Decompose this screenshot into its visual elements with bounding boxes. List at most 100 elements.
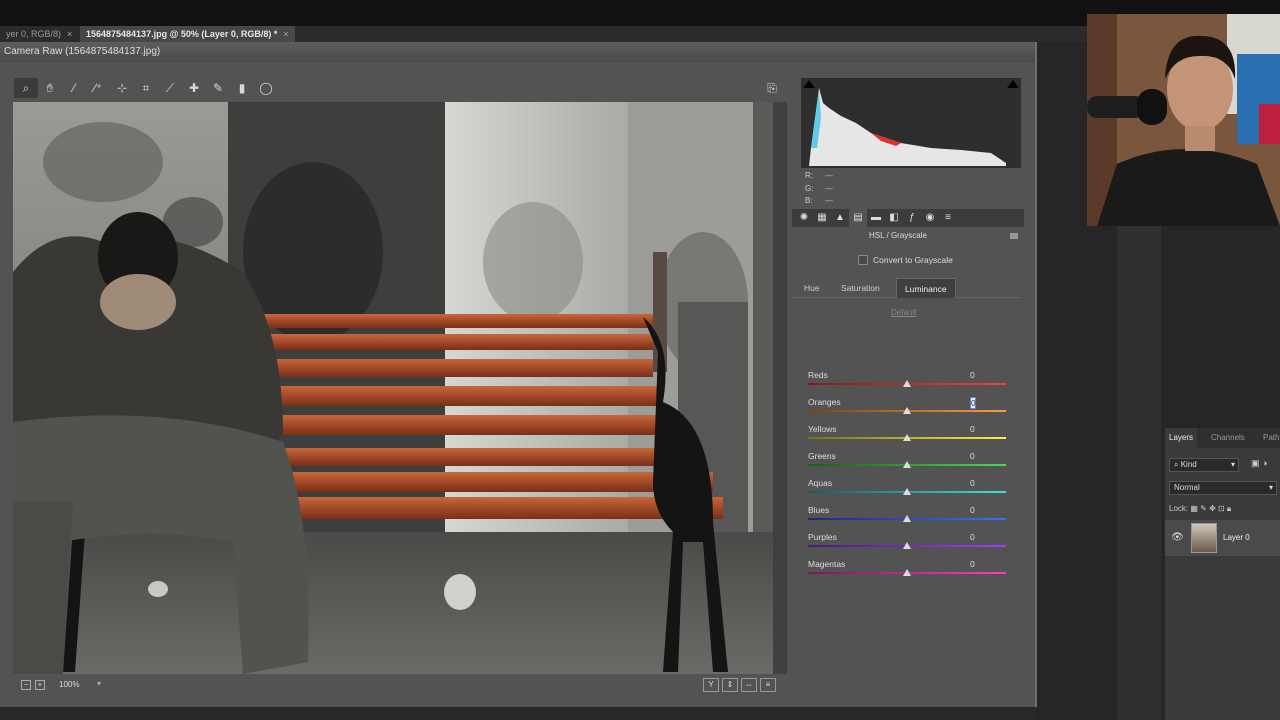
layer-thumbnail <box>1191 523 1217 553</box>
slider-thumb[interactable] <box>903 542 911 549</box>
red-value: --- <box>825 171 833 180</box>
slider-value-input[interactable]: 0 <box>970 397 976 409</box>
slider-magentas[interactable]: Magentas 0 <box>808 559 1008 586</box>
slider-label: Yellows <box>808 424 837 434</box>
slider-reds[interactable]: Reds 0 <box>808 370 1008 397</box>
document-tab-label: yer 0, RGB/8) <box>6 29 62 39</box>
slider-label: Blues <box>808 505 830 515</box>
hsl-grayscale-panel-icon[interactable]: ▤ <box>849 209 867 227</box>
lock-row: Lock: ▦ ✎ ✥ ⊡ 🔒︎ <box>1169 504 1231 514</box>
convert-grayscale-checkbox[interactable] <box>858 255 868 265</box>
slider-yellows[interactable]: Yellows 0 <box>808 424 1008 451</box>
chevron-down-icon[interactable]: ▾ <box>97 679 101 688</box>
color-sampler-tool-icon[interactable]: ⁄⁺ <box>86 78 110 98</box>
zoom-in-button[interactable]: + <box>35 680 45 690</box>
white-balance-tool-icon[interactable]: ⁄ <box>62 78 86 98</box>
targeted-adjustment-tool-icon[interactable]: ⊹ <box>110 78 134 98</box>
layer-filter-select[interactable]: ⌕ Kind ▾ <box>1169 458 1239 472</box>
graduated-filter-icon[interactable]: ▮ <box>230 78 254 98</box>
image-preview[interactable] <box>13 102 773 674</box>
slider-value-input[interactable]: 0 <box>970 532 975 542</box>
section-title: HSL / Grayscale <box>869 231 927 240</box>
open-preferences-icon[interactable]: ⎘ <box>762 79 782 97</box>
zoom-out-button[interactable]: − <box>21 680 31 690</box>
layers-panel-tabs: Layers Channels Path <box>1165 428 1280 448</box>
slider-value-input[interactable]: 0 <box>970 370 975 380</box>
close-icon[interactable]: × <box>67 29 72 39</box>
convert-grayscale-row[interactable]: Convert to Grayscale <box>858 255 953 265</box>
slider-label: Purples <box>808 532 837 542</box>
slider-thumb[interactable] <box>903 569 911 576</box>
layer-row[interactable]: 👁︎ Layer 0 <box>1165 520 1280 556</box>
slider-label: Greens <box>808 451 836 461</box>
split-toning-panel-icon[interactable]: ▬ <box>867 209 885 227</box>
convert-grayscale-label: Convert to Grayscale <box>873 255 953 265</box>
blue-value: --- <box>825 196 833 205</box>
slider-value-input[interactable]: 0 <box>970 478 975 488</box>
red-readout: R: --- <box>805 170 845 183</box>
preview-scrollbar[interactable] <box>773 102 787 674</box>
document-tab-1[interactable]: yer 0, RGB/8) × <box>0 26 78 42</box>
photoshop-panel-strip <box>1117 226 1161 720</box>
slider-value-input[interactable]: 0 <box>970 559 975 569</box>
slider-thumb[interactable] <box>903 434 911 441</box>
slider-aquas[interactable]: Aquas 0 <box>808 478 1008 505</box>
blend-mode-select[interactable]: Normal ▾ <box>1169 481 1277 495</box>
layer-name[interactable]: Layer 0 <box>1223 533 1250 542</box>
presets-panel-icon[interactable]: ≡ <box>939 209 957 227</box>
slider-thumb[interactable] <box>903 488 911 495</box>
slider-thumb[interactable] <box>903 461 911 468</box>
slider-thumb[interactable] <box>903 380 911 387</box>
preview-preferences-button[interactable]: ≡ <box>760 678 776 692</box>
document-tab-2[interactable]: 1564875484137.jpg @ 50% (Layer 0, RGB/8)… <box>80 26 295 42</box>
close-icon[interactable]: × <box>283 29 288 39</box>
lock-icons[interactable]: ▦ ✎ ✥ ⊡ 🔒︎ <box>1190 504 1231 513</box>
slider-blues[interactable]: Blues 0 <box>808 505 1008 532</box>
slider-value-input[interactable]: 0 <box>970 424 975 434</box>
tab-paths[interactable]: Path <box>1263 428 1279 448</box>
tab-saturation[interactable]: Saturation <box>833 278 888 298</box>
detail-panel-icon[interactable]: ▲ <box>831 209 849 227</box>
zoom-level[interactable]: 100% <box>59 680 79 689</box>
tone-curve-panel-icon[interactable]: ▦ <box>813 209 831 227</box>
blue-label: B: <box>805 196 813 205</box>
effects-panel-icon[interactable]: ƒ <box>903 209 921 227</box>
basic-panel-icon[interactable]: ✺ <box>795 209 813 227</box>
document-tab-label: 1564875484137.jpg @ 50% (Layer 0, RGB/8)… <box>86 29 278 39</box>
camera-calibration-panel-icon[interactable]: ◉ <box>921 209 939 227</box>
eye-icon[interactable]: 👁︎ <box>1171 532 1184 543</box>
slider-thumb[interactable] <box>903 407 911 414</box>
slider-label: Magentas <box>808 559 846 569</box>
crop-tool-icon[interactable]: ⌗ <box>134 78 158 98</box>
hand-tool-icon[interactable]: ✋︎ <box>38 78 62 98</box>
slider-greens[interactable]: Greens 0 <box>808 451 1008 478</box>
green-label: G: <box>805 183 814 193</box>
tab-luminance[interactable]: Luminance <box>896 278 956 298</box>
default-link[interactable]: Default <box>891 308 916 317</box>
filter-pixel-icon[interactable]: ▣ ◑ <box>1251 458 1267 469</box>
slider-label: Aquas <box>808 478 833 488</box>
camera-raw-toolbar: ⌕ ✋︎ ⁄ ⁄⁺ ⊹ ⌗ ⟋ ✚ ✎ ▮ ◯ <box>14 78 278 98</box>
tab-hue[interactable]: Hue <box>796 278 828 298</box>
slider-oranges[interactable]: Oranges 0 <box>808 397 1008 424</box>
adjustment-brush-icon[interactable]: ✎ <box>206 78 230 98</box>
panel-menu-icon[interactable] <box>1010 233 1018 239</box>
slider-value-input[interactable]: 0 <box>970 505 975 515</box>
straighten-tool-icon[interactable]: ⟋ <box>158 78 182 98</box>
window-titlebar: Camera Raw (1564875484137.jpg) <box>0 42 1035 62</box>
lock-label: Lock: <box>1169 504 1189 513</box>
tab-channels[interactable]: Channels <box>1211 428 1245 448</box>
slider-purples[interactable]: Purples 0 <box>808 532 1008 559</box>
slider-thumb[interactable] <box>903 515 911 522</box>
camera-raw-bottom-bar: − + 100% ▾ Y ⇕ ⇔ ≡ <box>13 676 788 696</box>
radial-filter-icon[interactable]: ◯ <box>254 78 278 98</box>
spot-removal-tool-icon[interactable]: ✚ <box>182 78 206 98</box>
copy-settings-button[interactable]: ⇔ <box>741 678 757 692</box>
lens-corrections-panel-icon[interactable]: ◧ <box>885 209 903 227</box>
zoom-tool-icon[interactable]: ⌕ <box>14 78 38 98</box>
tab-layers[interactable]: Layers <box>1165 428 1198 448</box>
before-after-toggle-button[interactable]: Y <box>703 678 719 692</box>
swap-settings-button[interactable]: ⇕ <box>722 678 738 692</box>
slider-value-input[interactable]: 0 <box>970 451 975 461</box>
panel-tabs: ✺ ▦ ▲ ▤ ▬ ◧ ƒ ◉ ≡ <box>792 209 1024 227</box>
